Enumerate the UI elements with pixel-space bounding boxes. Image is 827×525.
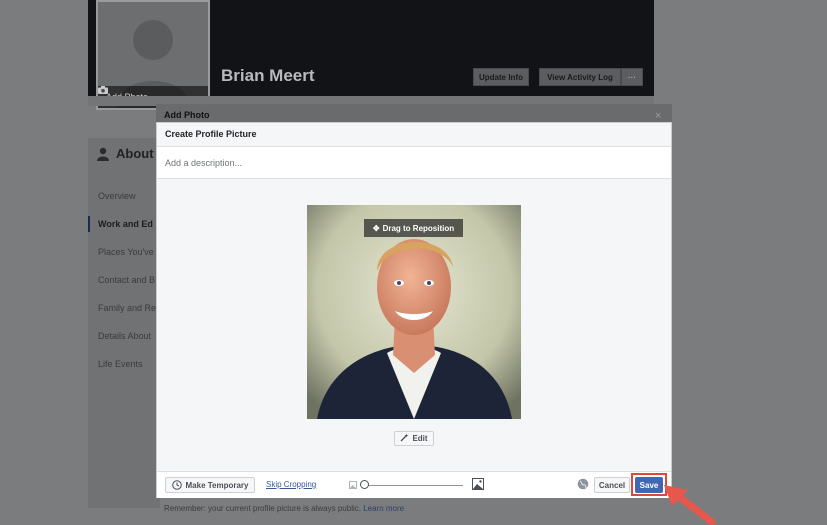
profile-name: Brian Meert [221,66,315,85]
portrait-image [307,205,521,419]
dialog-header: Create Profile Picture [157,123,671,147]
view-activity-log-button[interactable]: View Activity Log [539,68,621,86]
zoom-slider-track[interactable] [363,485,463,486]
about-heading-label: About [116,146,154,161]
edit-label: Edit [412,434,428,443]
move-icon: ✥ [372,223,380,233]
about-item-places[interactable]: Places You've [98,247,158,257]
close-icon[interactable]: × [655,110,661,122]
cancel-button[interactable]: Cancel [594,477,630,493]
active-indicator [88,216,90,232]
profile-public-note: Remember: your current profile picture i… [164,504,404,513]
camera-icon [98,86,108,94]
magic-wand-icon [400,433,409,444]
about-item-overview[interactable]: Overview [98,191,158,201]
modal-title-bar [156,104,672,122]
person-icon [97,147,109,161]
skip-cropping-link[interactable]: Skip Cropping [266,480,316,489]
drag-label: Drag to Reposition [382,223,455,233]
make-temporary-button[interactable]: Make Temporary [165,477,255,493]
clock-icon [171,480,182,490]
small-image-icon [349,481,357,489]
make-temporary-label: Make Temporary [185,480,249,490]
globe-icon [577,478,589,490]
modal-title: Add Photo [164,110,210,120]
edit-button[interactable]: Edit [394,431,434,446]
annotation-arrow-icon [664,485,716,525]
about-item-contact[interactable]: Contact and B [98,275,158,285]
about-item-family[interactable]: Family and Re [98,303,158,313]
profile-avatar[interactable]: Add Photo [96,0,210,110]
about-heading: About [96,146,154,161]
profile-photo-preview[interactable]: ✥ Drag to Reposition [307,205,521,419]
about-item-work[interactable]: Work and Ed [98,219,158,229]
learn-more-link[interactable]: Learn more [363,504,404,513]
about-item-life-events[interactable]: Life Events [98,359,158,369]
dialog-footer: Make Temporary Skip Cropping Cancel Save [157,471,671,498]
large-image-icon [472,478,484,490]
remember-text: Remember: your current profile picture i… [164,504,361,513]
more-options-button[interactable]: ··· [621,68,643,86]
description-input[interactable]: Add a description... [157,147,671,179]
create-profile-picture-dialog: Create Profile Picture Add a description… [156,122,672,498]
update-info-button[interactable]: Update Info [473,68,529,86]
dialog-subtitle: Create Profile Picture [165,129,257,139]
drag-to-reposition-tag: ✥ Drag to Reposition [364,219,463,237]
zoom-slider-thumb[interactable] [360,480,369,489]
about-item-details[interactable]: Details About [98,331,158,341]
description-placeholder: Add a description... [165,158,243,168]
save-button[interactable]: Save [635,477,663,493]
